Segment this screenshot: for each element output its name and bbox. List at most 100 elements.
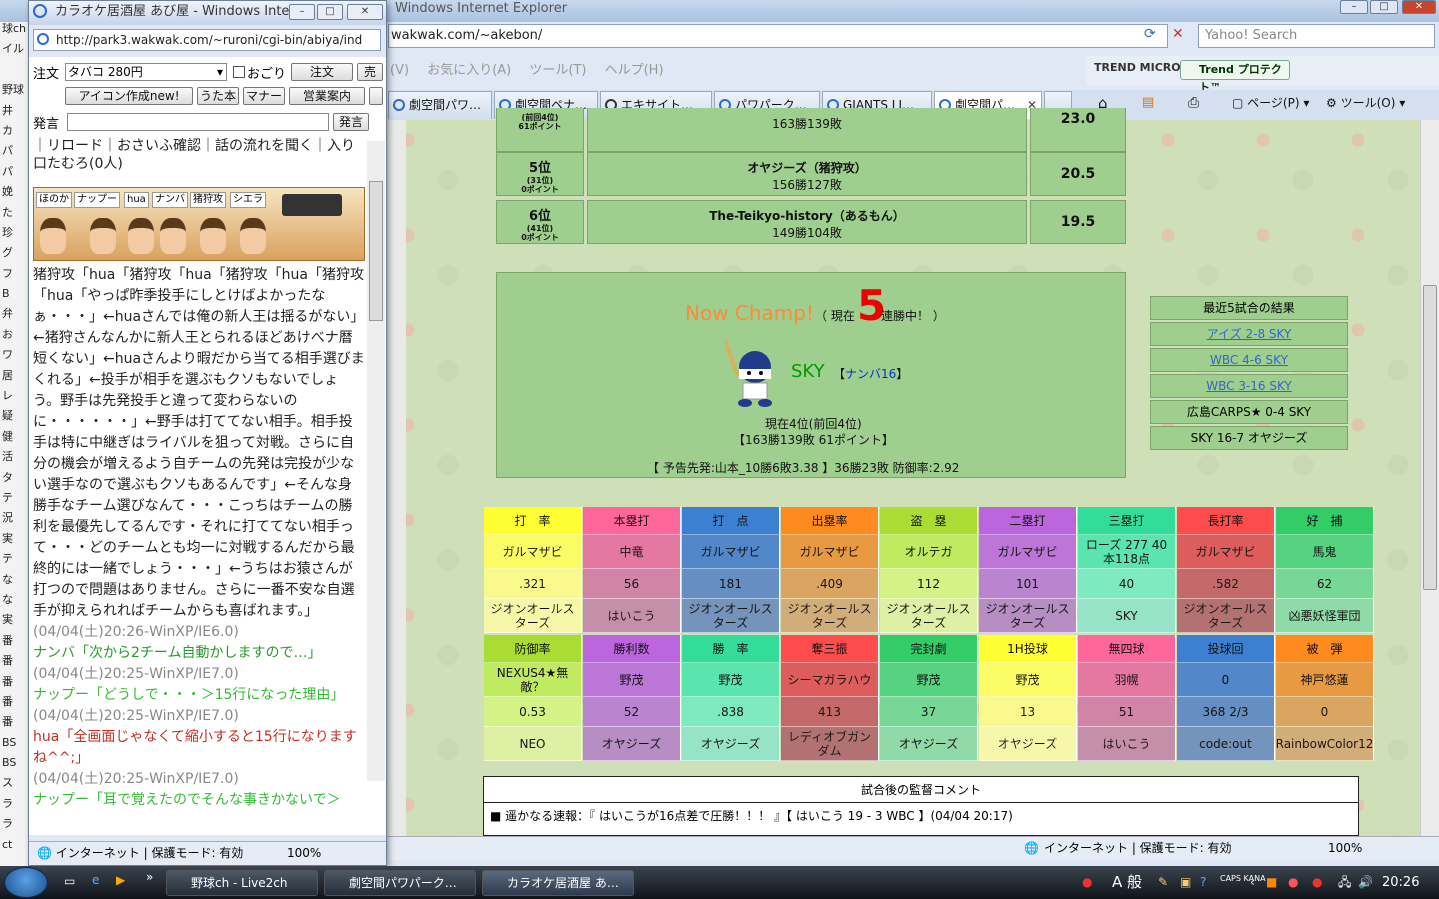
zoom-level[interactable]: 100% <box>1328 837 1362 859</box>
menu-help[interactable]: ヘルプ(H) <box>605 63 664 78</box>
network-icon[interactable]: 🖧 <box>1338 866 1351 899</box>
address-bar[interactable]: wakwak.com/~akebon/ <box>388 24 1168 48</box>
ranking-row: 6位 (41位) 0ポイント The-Teikyo-history（あるもん） 149… <box>496 200 1126 246</box>
background-list-item: ラ <box>2 796 13 810</box>
start-button[interactable] <box>4 867 48 898</box>
stat-title: 奪三振 <box>781 635 879 663</box>
media-player-icon[interactable]: ▶ <box>116 873 125 887</box>
trend-tray-icon[interactable]: ● <box>1312 866 1322 899</box>
close-button[interactable]: ✕ <box>1402 0 1436 14</box>
menu-tools[interactable]: ツール(T) <box>529 63 586 78</box>
ime-indicator[interactable]: A 般 <box>1112 866 1142 899</box>
minimize-button[interactable]: – <box>1340 0 1368 14</box>
task-live2ch[interactable]: 野球ch - Live2ch <box>166 870 318 896</box>
stat-team: ジオンオールスターズ <box>781 599 879 633</box>
background-list-item: 番 <box>2 715 13 729</box>
antivirus-icon[interactable]: ● <box>1288 866 1298 899</box>
task-karaoke[interactable]: カラオケ居酒屋 あ… <box>482 870 634 896</box>
task-gekikukan[interactable]: 劇空間パワパーク… <box>324 870 476 896</box>
chat-links[interactable]: ｜リロード｜おさいふ確認｜話の流れを聞く｜入り口たむろ(0人) <box>33 137 367 173</box>
tools-menu-label: ツール(O) <box>1340 96 1396 110</box>
maximize-button[interactable]: □ <box>1370 0 1398 14</box>
stat-player: ガルマザビ <box>484 535 582 569</box>
minimize-button[interactable]: – <box>289 4 315 20</box>
chat-status-bar: 🌐 インターネット | 保護モード: 有効 100% <box>29 841 386 865</box>
member-tag: ナップー <box>74 192 120 208</box>
quicklaunch-more-icon[interactable]: » <box>146 870 153 884</box>
chat-address-bar[interactable]: http://park3.wakwak.com/~ruroni/cgi-bin/… <box>33 29 381 51</box>
stat-title: 好 捕 <box>1276 507 1374 535</box>
business-info-button[interactable]: 営業案内 <box>289 87 365 105</box>
stat-player: ガルマザビ <box>1177 535 1275 569</box>
result-link[interactable]: WBC 4-6 SKY <box>1210 353 1288 367</box>
scrollbar-thumb[interactable] <box>1423 285 1437 590</box>
tools-menu[interactable]: ⚙ ツール(O) ▾ <box>1326 92 1405 114</box>
recent-results-header: 最近5試合の結果 <box>1150 296 1348 320</box>
notify-icon[interactable]: ● <box>1082 866 1092 899</box>
song-book-button[interactable]: うた本 <box>197 87 239 105</box>
stat-column: 打 点ガルマザビ 181 ジオンオールスターズ <box>682 507 780 633</box>
sell-button[interactable]: 売 <box>357 63 383 81</box>
scrollbar-thumb[interactable] <box>369 181 383 321</box>
streak-prefix: （ 現在 <box>815 309 855 323</box>
print-icon[interactable]: ⎙ <box>1188 92 1199 114</box>
member-tag: 猪狩攻 <box>190 192 226 208</box>
stat-title: 防御率 <box>484 635 582 663</box>
starter-forecast: 【 予告先発:山本_10勝6敗3.38 】36勝23敗 防御率:2.92 <box>647 461 960 475</box>
stat-team: ジオンオールスターズ <box>484 599 582 633</box>
maximize-button[interactable]: □ <box>317 4 343 20</box>
say-button[interactable]: 発言 <box>333 113 369 131</box>
chat-zoom-level[interactable]: 100% <box>287 842 321 864</box>
tray-app-icon[interactable]: ■ <box>1266 866 1277 899</box>
owner-name[interactable]: ナンバ16 <box>845 367 896 381</box>
ogori-checkbox[interactable] <box>233 66 245 78</box>
refresh-icon[interactable]: ⟳ <box>1144 26 1156 42</box>
ime-tool-icon[interactable]: ✎ <box>1158 866 1168 899</box>
background-list-item: 番 <box>2 694 13 708</box>
more-button[interactable] <box>369 87 383 105</box>
menu-view[interactable]: (V) <box>390 63 409 78</box>
tray-expand-icon[interactable]: ‹ <box>1250 866 1255 899</box>
ime-pad-icon[interactable]: ▣ <box>1180 866 1191 899</box>
result-link[interactable]: WBC 3-16 SKY <box>1206 379 1292 393</box>
result-row[interactable]: アイズ 2-8 SKY <box>1150 322 1348 346</box>
feed-icon[interactable]: ▤ <box>1142 92 1154 114</box>
volume-icon[interactable]: 🔊 <box>1358 866 1373 899</box>
result-row[interactable]: WBC 3-16 SKY <box>1150 374 1348 398</box>
rank-team: The-Teikyo-history（あるもん） 149勝104敗 <box>587 200 1027 244</box>
background-list-item: 井 <box>2 103 13 117</box>
trend-protect-button[interactable]: Trend プロテクト™ <box>1180 60 1290 94</box>
background-list-item: レ <box>2 389 13 403</box>
background-list-item: 番 <box>2 633 13 647</box>
rank-prev: (41位) <box>526 224 554 233</box>
stop-icon[interactable]: ✕ <box>1172 26 1184 42</box>
stat-value: 368 2/3 <box>1177 697 1275 727</box>
ie-quicklaunch-icon[interactable]: e <box>92 873 99 887</box>
chat-message: (04/04(土)20:25-WinXP/IE7.0) <box>33 771 239 787</box>
background-list-item: た <box>2 205 13 219</box>
search-input[interactable]: Yahoo! Search <box>1198 24 1435 48</box>
message-input[interactable] <box>67 113 329 131</box>
result-link[interactable]: アイズ 2-8 SKY <box>1207 327 1292 341</box>
icon-create-button[interactable]: アイコン作成new! <box>65 87 193 105</box>
page-menu[interactable]: ▢ ページ(P) ▾ <box>1232 92 1309 114</box>
stat-team: code:out <box>1177 727 1275 761</box>
manners-button[interactable]: マナー <box>243 87 285 105</box>
stat-column: 打 率ガルマザビ .321 ジオンオールスターズ <box>484 507 582 633</box>
chat-members-banner: ほのか ナップー hua ナンバ 猪狩攻 シエラ <box>33 187 365 261</box>
clock[interactable]: 20:26 <box>1382 866 1419 899</box>
stat-player: ガルマザビ <box>979 535 1077 569</box>
close-button[interactable]: ✕ <box>347 4 383 20</box>
result-row[interactable]: WBC 4-6 SKY <box>1150 348 1348 372</box>
chat-scrollbar[interactable] <box>367 141 385 781</box>
order-button[interactable]: 注文 <box>291 63 353 81</box>
order-select[interactable]: タバコ 280円 ▾ <box>65 63 227 81</box>
task-label: カラオケ居酒屋 あ… <box>507 876 619 890</box>
help-icon[interactable]: ? <box>1200 866 1206 899</box>
background-list-item <box>0 63 28 83</box>
show-desktop-icon[interactable]: ▭ <box>64 874 75 888</box>
page-scrollbar[interactable] <box>1420 120 1439 836</box>
tab-1[interactable]: 劇空間パワ… <box>388 91 492 119</box>
menu-favorites[interactable]: お気に入り(A) <box>427 63 511 78</box>
stat-player: 中竜 <box>583 535 681 569</box>
